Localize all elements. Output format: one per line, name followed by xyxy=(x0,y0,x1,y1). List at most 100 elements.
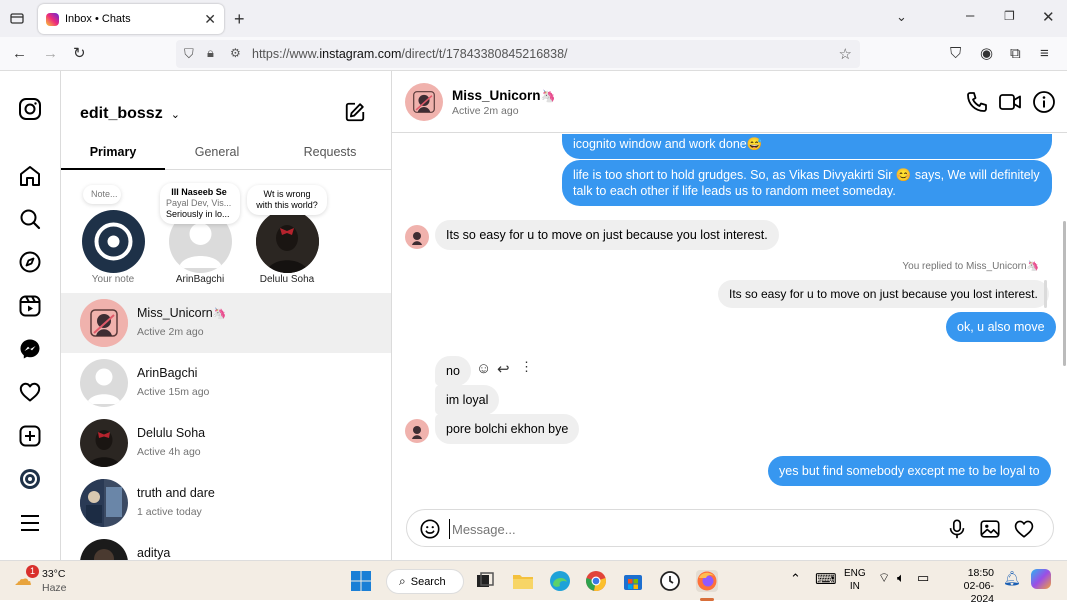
replied-quote[interactable]: Its so easy for u to move on just becaus… xyxy=(718,280,1049,308)
message-incoming[interactable]: im loyal xyxy=(435,385,500,415)
message-incoming[interactable]: no xyxy=(435,356,471,386)
tab-primary[interactable]: Primary xyxy=(61,145,165,159)
chevron-down-icon: ⌄ xyxy=(170,108,180,121)
bookmark-star-icon[interactable]: ☆ xyxy=(839,45,852,63)
wifi-icon[interactable]: ⌔ xyxy=(878,570,890,586)
message-outgoing[interactable]: life is too short to hold grudges. So, a… xyxy=(562,160,1052,206)
message-outgoing[interactable]: ok, u also move xyxy=(946,312,1056,342)
url-bar[interactable]: ⛉ 🔒︎ ⚙ https://www. instagram.com/direct/… xyxy=(176,40,860,68)
window-close-icon[interactable]: ✕ xyxy=(1042,10,1055,25)
conversation-info-icon[interactable] xyxy=(1032,90,1056,114)
taskbar-search-box[interactable]: ⌕ Search xyxy=(386,569,464,594)
unicorn-emoji: 🦄 xyxy=(540,89,556,103)
reels-icon[interactable] xyxy=(18,294,42,318)
restore-icon[interactable]: ❐ xyxy=(1004,10,1015,22)
conversation-row-aditya[interactable]: aditya xyxy=(61,533,391,560)
notifications-heart-icon[interactable] xyxy=(18,380,42,404)
clock-app-icon[interactable] xyxy=(659,570,681,592)
clock-date-text: 02-06-2024 xyxy=(963,580,994,605)
create-plus-icon[interactable] xyxy=(18,424,42,448)
message-outgoing[interactable]: icognito window and work done😅 xyxy=(562,134,1052,159)
conversation-row-miss-unicorn[interactable]: Miss_Unicorn🦄 Active 2m ago xyxy=(61,293,391,353)
url-domain: instagram.com xyxy=(319,47,402,61)
tray-overflow-chevron-icon[interactable]: ⌃ xyxy=(790,571,801,587)
reload-icon[interactable]: ↻ xyxy=(73,46,86,61)
message-sender-avatar[interactable] xyxy=(405,225,429,249)
new-tab-icon[interactable]: + xyxy=(234,10,245,28)
start-windows-icon[interactable] xyxy=(350,570,372,592)
message-incoming[interactable]: pore bolchi ekhon bye xyxy=(435,414,580,444)
message-thread: icognito window and work done😅 life is t… xyxy=(392,134,1067,504)
forward-icon[interactable]: → xyxy=(43,46,58,61)
instagram-logo-icon[interactable] xyxy=(18,97,42,121)
battery-icon[interactable]: ▭ xyxy=(917,570,929,586)
message-input[interactable] xyxy=(449,519,889,539)
chat-contact-name[interactable]: Miss_Unicorn🦄 xyxy=(452,88,555,103)
more-menu-icon[interactable] xyxy=(18,511,42,535)
back-icon[interactable]: ← xyxy=(12,46,27,61)
firefox-icon[interactable] xyxy=(696,570,718,592)
copilot-icon[interactable] xyxy=(1031,569,1051,589)
tracking-shield-icon[interactable]: ⛉ xyxy=(184,46,194,62)
edge-browser-icon[interactable] xyxy=(549,570,571,592)
reply-arrow-icon[interactable]: ↩ xyxy=(497,360,510,378)
chrome-icon[interactable] xyxy=(585,570,607,592)
note-text-line1: Wt is wrong xyxy=(263,189,311,199)
message-sender-avatar[interactable] xyxy=(405,419,429,443)
tab-general[interactable]: General xyxy=(165,145,269,159)
permissions-icon[interactable]: ⚙ xyxy=(230,46,241,60)
like-heart-icon[interactable] xyxy=(1013,518,1035,540)
extensions-icon[interactable]: ⧉ xyxy=(1010,46,1021,61)
file-explorer-icon[interactable] xyxy=(512,570,534,592)
message-outgoing[interactable]: yes but find somebody except me to be lo… xyxy=(768,456,1051,486)
profile-avatar-icon[interactable] xyxy=(18,467,42,491)
home-icon[interactable] xyxy=(18,164,42,188)
thread-scrollbar[interactable] xyxy=(1063,221,1066,366)
keyboard-icon[interactable]: ⌨ xyxy=(815,570,837,588)
note-caption-self: Your note xyxy=(91,274,135,285)
tab-requests[interactable]: Requests xyxy=(277,145,383,159)
react-emoji-icon[interactable]: ☺ xyxy=(476,360,491,377)
add-photo-icon[interactable] xyxy=(979,518,1001,540)
conversation-row-truth-and-dare[interactable]: truth and dare 1 active today xyxy=(61,473,391,533)
note-song-title: III Naseeb Se xyxy=(171,187,227,197)
browser-tab-active[interactable]: Inbox • Chats ✕ xyxy=(38,4,224,34)
explore-icon[interactable] xyxy=(18,250,42,274)
account-switcher[interactable]: edit_bossz ⌄ xyxy=(80,105,180,123)
conversation-status: Active 15m ago xyxy=(137,386,210,398)
microsoft-store-icon[interactable] xyxy=(622,570,644,592)
voice-clip-icon[interactable] xyxy=(946,518,968,540)
language-indicator[interactable]: ENG IN xyxy=(844,567,866,593)
lock-icon[interactable]: 🔒︎ xyxy=(207,45,214,61)
conversation-status: Active 4h ago xyxy=(137,446,201,458)
note-avatar-self[interactable] xyxy=(82,210,145,273)
task-view-icon[interactable] xyxy=(474,570,496,592)
volume-icon[interactable]: 🔈︎ xyxy=(897,570,905,586)
new-message-icon[interactable] xyxy=(344,101,366,123)
note-bubble-self[interactable]: Note... xyxy=(83,185,121,204)
conversation-row-arinbagchi[interactable]: ArinBagchi Active 15m ago xyxy=(61,353,391,413)
clock-time: 18:50 xyxy=(967,567,994,579)
message-incoming[interactable]: Its so easy for u to move on just becaus… xyxy=(435,220,779,250)
tab-list-icon[interactable] xyxy=(10,11,24,28)
emoji-picker-icon[interactable] xyxy=(419,518,441,540)
menu-icon[interactable]: ≡ xyxy=(1040,46,1049,61)
pocket-icon[interactable]: ⛉ xyxy=(950,46,961,61)
chat-contact-avatar[interactable] xyxy=(405,83,443,121)
search-icon[interactable] xyxy=(18,207,42,231)
more-options-icon[interactable]: ⋮ xyxy=(520,359,533,375)
audio-call-icon[interactable] xyxy=(965,90,989,114)
note-bubble-delulu-soha[interactable]: Wt is wrong with this world? xyxy=(247,185,327,215)
clock-date[interactable]: 18:50 02-06-2024 xyxy=(944,567,994,606)
note-avatar-delulu-soha[interactable] xyxy=(256,210,319,273)
conversation-row-delulu-soha[interactable]: Delulu Soha Active 4h ago xyxy=(61,413,391,473)
note-bubble-arinbagchi[interactable]: III Naseeb Se Payal Dev, Vis... Seriousl… xyxy=(160,183,240,224)
weather-widget[interactable]: ☁ 1 33°C Haze xyxy=(14,565,84,597)
messenger-icon[interactable] xyxy=(18,337,42,361)
tab-overflow-chevron-icon[interactable]: ⌄ xyxy=(896,10,907,23)
notification-bell-icon[interactable]: 🔔︎ xyxy=(1003,570,1021,587)
tab-close-icon[interactable]: ✕ xyxy=(204,11,216,28)
account-icon[interactable]: ◉ xyxy=(980,46,993,61)
video-call-icon[interactable] xyxy=(998,90,1022,114)
minimize-icon[interactable]: – xyxy=(966,8,974,23)
